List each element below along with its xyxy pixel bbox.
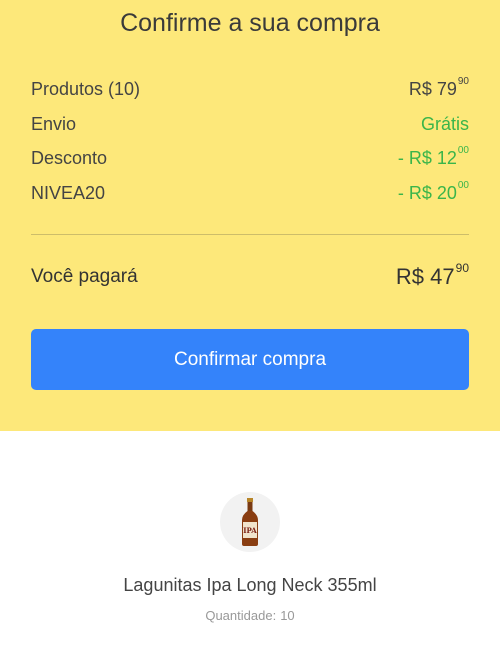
summary-row-coupon: NIVEA20 - R$ 20 00 bbox=[31, 179, 469, 207]
coupon-value: - R$ 20 00 bbox=[397, 179, 469, 203]
shipping-label: Envio bbox=[31, 113, 77, 134]
product-quantity: Quantidade: 10 bbox=[0, 608, 500, 623]
quantity-label: Quantidade: bbox=[205, 608, 277, 623]
discount-label: Desconto bbox=[31, 147, 108, 168]
bottle-label-text: IPA bbox=[243, 526, 257, 535]
summary-row-products: Produtos (10) R$ 79 90 bbox=[31, 75, 469, 103]
shipping-value: Grátis bbox=[420, 113, 469, 134]
coupon-label: NIVEA20 bbox=[31, 182, 106, 203]
discount-value: - R$ 12 00 bbox=[397, 144, 469, 168]
products-value: R$ 79 90 bbox=[408, 75, 469, 99]
purchase-summary: Confirme a sua compra Produtos (10) R$ 7… bbox=[0, 0, 500, 431]
product-thumbnail: IPA bbox=[220, 492, 280, 552]
total-row: Você pagará R$ 47 90 bbox=[31, 261, 469, 291]
confirm-purchase-button[interactable]: Confirmar compra bbox=[31, 329, 469, 390]
divider bbox=[31, 234, 469, 235]
quantity-value: 10 bbox=[280, 608, 295, 623]
page-title: Confirme a sua compra bbox=[120, 9, 380, 37]
total-label: Você pagará bbox=[31, 266, 138, 287]
summary-row-shipping: Envio Grátis bbox=[31, 110, 469, 138]
product-name: Lagunitas Ipa Long Neck 355ml bbox=[123, 575, 377, 595]
total-value: R$ 47 90 bbox=[395, 261, 469, 289]
products-label: Produtos (10) bbox=[31, 78, 141, 99]
beer-bottle-icon: IPA bbox=[242, 498, 258, 546]
summary-row-discount: Desconto - R$ 12 00 bbox=[31, 144, 469, 172]
